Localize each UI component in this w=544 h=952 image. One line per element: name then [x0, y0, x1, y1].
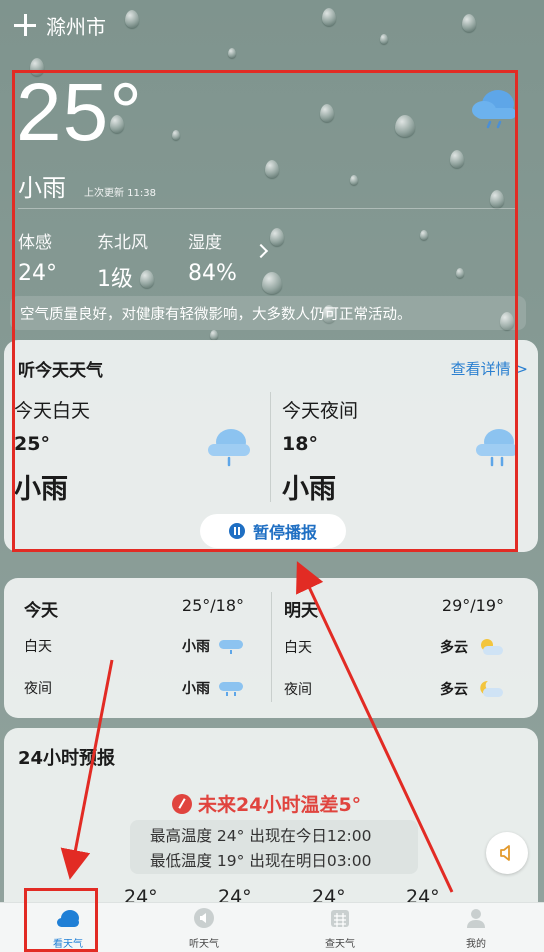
partly-cloudy-icon — [481, 639, 503, 655]
annotation-box-tab — [24, 888, 98, 952]
person-icon — [467, 909, 485, 928]
annotation-box-weather — [12, 70, 518, 552]
speaker-icon — [500, 845, 510, 861]
top-bar: 滁州市 — [0, 0, 544, 50]
tomorrow-column: 明天 29°/19° 白天 多云 夜间 多云 — [284, 596, 504, 698]
tab-listen-weather[interactable]: 听天气 — [136, 903, 272, 952]
speaker-button[interactable] — [486, 832, 528, 874]
speaker-icon — [194, 908, 214, 928]
today-column: 今天 25°/18° 白天 小雨 夜间 小雨 — [24, 596, 244, 697]
daily-forecast-card[interactable]: 今天 25°/18° 白天 小雨 夜间 小雨 明天 29°/19° 白天 多云 夜间多… — [4, 578, 538, 718]
city-name[interactable]: 滁州市 — [46, 11, 106, 40]
rain-cloud-icon — [219, 682, 243, 696]
card-title: 24小时预报 — [18, 748, 116, 769]
tab-check-weather[interactable]: 查天气 — [272, 903, 408, 952]
calendar-icon — [331, 910, 349, 927]
partly-cloudy-night-icon — [480, 680, 503, 697]
temperature-diff-warning: 未来24小时温差5° — [172, 790, 361, 817]
temperature-range-box: 最高温度 24° 出现在今日12:00 最低温度 19° 出现在明日03:00 — [130, 820, 418, 874]
add-city-icon[interactable] — [14, 14, 36, 36]
thermometer-icon — [172, 793, 192, 814]
tab-mine[interactable]: 我的 — [408, 903, 544, 952]
rain-cloud-icon — [219, 640, 243, 654]
